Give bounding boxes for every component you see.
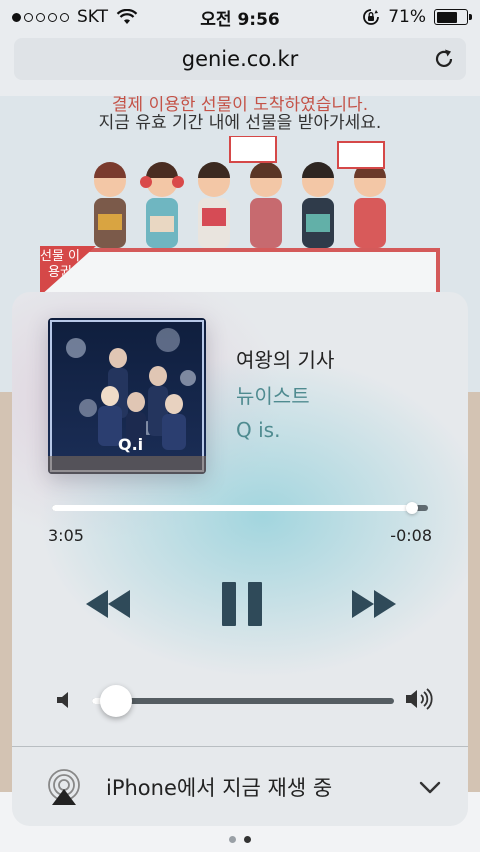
now-playing-panel: Q.i 여왕의 기사 뉴이스트 Q is. 3:05 -0:08 iPhone에… [12, 292, 468, 826]
wifi-icon [116, 9, 138, 24]
fast-forward-icon [352, 590, 396, 618]
volume-slider[interactable] [92, 685, 394, 717]
track-artist[interactable]: 뉴이스트 [236, 380, 310, 409]
airplay-icon[interactable] [44, 767, 84, 807]
elapsed-time: 3:05 [48, 526, 84, 545]
people-illustration [94, 136, 386, 248]
status-bar: SKT 오전 9:56 71% [0, 0, 480, 34]
remaining-time: -0:08 [390, 526, 432, 545]
status-left: SKT [12, 7, 138, 27]
volume-knob[interactable] [100, 685, 133, 717]
url-text: genie.co.kr [181, 47, 299, 71]
track-album[interactable]: Q is. [236, 418, 280, 442]
audio-output-row[interactable]: iPhone에서 지금 재생 중 [12, 747, 468, 826]
fast-forward-button[interactable] [346, 582, 402, 626]
page-dot-active [244, 836, 251, 843]
status-right: 71% [362, 7, 472, 27]
playback-scrubber[interactable] [52, 502, 428, 514]
battery-icon [434, 9, 472, 25]
rewind-button[interactable] [80, 582, 136, 626]
clock: 오전 9:56 [200, 9, 280, 30]
svg-text:Q.i: Q.i [118, 435, 143, 454]
track-title: 여왕의 기사 [236, 348, 335, 372]
audio-output-label: iPhone에서 지금 재생 중 [106, 775, 333, 800]
rewind-icon [86, 590, 130, 618]
battery-percent: 71% [388, 7, 426, 27]
carrier-label: SKT [77, 7, 109, 27]
promo-text-2: 지금 유효 기간 내에 선물을 받아가세요. [98, 113, 382, 133]
page-indicator [0, 836, 480, 843]
reload-icon[interactable] [432, 47, 456, 71]
volume-high-icon [406, 688, 433, 710]
album-art[interactable]: Q.i [48, 318, 206, 474]
volume-low-icon [57, 692, 68, 708]
battery-level [436, 11, 458, 23]
playback-scrubber-knob[interactable] [406, 502, 419, 514]
chevron-down-icon[interactable] [418, 775, 442, 799]
pause-icon [222, 582, 262, 626]
playback-progress-fill [52, 505, 413, 511]
address-bar[interactable]: genie.co.kr [14, 38, 466, 80]
page-dot [229, 836, 236, 843]
rotation-lock-icon [363, 9, 380, 25]
signal-strength-icon [12, 12, 69, 22]
pause-button[interactable] [216, 578, 268, 630]
